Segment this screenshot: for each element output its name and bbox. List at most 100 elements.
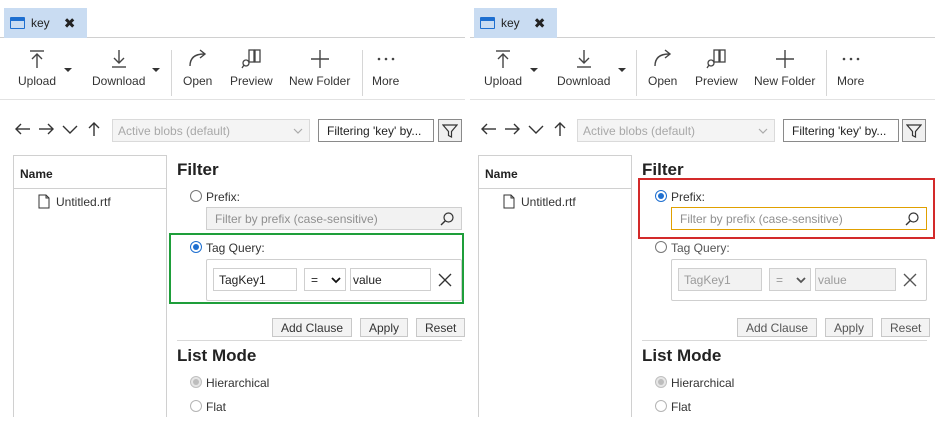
- download-dropdown-icon[interactable]: [152, 66, 160, 74]
- file-name: Untitled.rtf: [521, 194, 576, 209]
- plus-icon: [310, 50, 329, 68]
- filter-toggle-button[interactable]: [902, 119, 926, 142]
- new-folder-button[interactable]: New Folder: [289, 48, 350, 88]
- search-icon: [440, 212, 454, 226]
- hierarchical-radio[interactable]: [190, 376, 202, 388]
- back-icon[interactable]: [14, 120, 32, 138]
- active-filter-text[interactable]: Filtering 'key' by...: [318, 119, 434, 142]
- column-header-name[interactable]: Name: [14, 156, 166, 189]
- hierarchical-radio[interactable]: [655, 376, 667, 388]
- explorer-pane-left: key ✖ Upload Download Open Preview New F…: [0, 0, 465, 427]
- list-item[interactable]: Untitled.rtf: [38, 194, 111, 209]
- reset-button[interactable]: Reset: [416, 318, 465, 337]
- tab-title: key: [501, 16, 520, 30]
- divider: [642, 340, 927, 341]
- tab-bar: key ✖: [0, 6, 465, 38]
- close-icon[interactable]: [902, 272, 918, 288]
- forward-icon[interactable]: [503, 120, 521, 138]
- toolbar: Upload Download Open Preview New Folder …: [470, 42, 935, 100]
- list-mode-title: List Mode: [177, 346, 257, 365]
- forward-icon[interactable]: [37, 120, 55, 138]
- preview-button[interactable]: Preview: [230, 48, 273, 88]
- up-icon[interactable]: [551, 120, 569, 138]
- list-item[interactable]: Untitled.rtf: [503, 194, 576, 209]
- blob-state-value: Active blobs (default): [118, 124, 231, 138]
- hierarchical-label: Hierarchical: [671, 376, 735, 390]
- tag-query-radio[interactable]: [655, 241, 667, 253]
- more-button[interactable]: More: [837, 48, 864, 88]
- toolbar-separator: [171, 50, 172, 96]
- blob-list: Name Untitled.rtf: [478, 155, 632, 417]
- new-folder-button[interactable]: New Folder: [754, 48, 815, 88]
- toolbar: Upload Download Open Preview New Folder …: [0, 42, 465, 100]
- apply-button[interactable]: Apply: [360, 318, 409, 337]
- download-label: Download: [557, 74, 611, 88]
- prefix-input[interactable]: Filter by prefix (case-sensitive): [206, 207, 462, 230]
- flat-radio[interactable]: [190, 400, 202, 412]
- prefix-placeholder: Filter by prefix (case-sensitive): [215, 212, 378, 226]
- preview-button[interactable]: Preview: [695, 48, 738, 88]
- download-button[interactable]: Download: [557, 48, 610, 88]
- back-icon[interactable]: [480, 120, 498, 138]
- tag-value-input[interactable]: value: [815, 268, 896, 291]
- list-mode-title: List Mode: [642, 346, 722, 365]
- tag-query-highlight: [169, 233, 464, 304]
- prefix-highlight: [638, 178, 935, 239]
- blob-state-select[interactable]: Active blobs (default): [577, 119, 775, 142]
- chevron-down-icon[interactable]: [527, 120, 545, 138]
- open-button[interactable]: Open: [183, 48, 212, 88]
- divider: [177, 340, 462, 341]
- prefix-radio[interactable]: [190, 190, 202, 202]
- tab-key[interactable]: key ✖: [474, 8, 557, 38]
- plus-icon: [775, 50, 794, 68]
- open-button[interactable]: Open: [648, 48, 677, 88]
- funnel-icon: [442, 123, 458, 138]
- add-clause-button[interactable]: Add Clause: [272, 318, 353, 337]
- tag-query-label: Tag Query:: [671, 241, 730, 255]
- new-folder-label: New Folder: [754, 74, 816, 88]
- flat-radio[interactable]: [655, 400, 667, 412]
- tab-key[interactable]: key ✖: [4, 8, 87, 38]
- open-icon: [188, 49, 206, 67]
- more-button[interactable]: More: [372, 48, 399, 88]
- close-icon[interactable]: ✖: [64, 16, 76, 30]
- tag-operator-select[interactable]: =: [769, 268, 811, 291]
- filter-toggle-button[interactable]: [438, 119, 462, 142]
- tag-key-input[interactable]: TagKey1: [678, 268, 762, 291]
- active-filter-text[interactable]: Filtering 'key' by...: [783, 119, 899, 142]
- download-icon: [111, 50, 126, 68]
- chevron-down-icon: [758, 128, 768, 134]
- up-icon[interactable]: [85, 120, 103, 138]
- download-dropdown-icon[interactable]: [618, 66, 626, 74]
- toolbar-separator: [636, 50, 637, 96]
- funnel-icon: [906, 123, 922, 138]
- column-header-name[interactable]: Name: [479, 156, 631, 189]
- apply-button[interactable]: Apply: [825, 318, 874, 337]
- upload-button[interactable]: Upload: [484, 48, 522, 88]
- chevron-down-icon: [293, 128, 303, 134]
- more-label: More: [372, 74, 400, 88]
- upload-dropdown-icon[interactable]: [530, 66, 538, 74]
- upload-icon: [496, 50, 511, 68]
- blob-state-select[interactable]: Active blobs (default): [112, 119, 310, 142]
- chevron-down-icon[interactable]: [61, 120, 79, 138]
- download-button[interactable]: Download: [92, 48, 145, 88]
- more-label: More: [837, 74, 865, 88]
- upload-dropdown-icon[interactable]: [64, 66, 72, 74]
- open-label: Open: [183, 74, 213, 88]
- filter-title: Filter: [642, 160, 684, 179]
- upload-button[interactable]: Upload: [18, 48, 56, 88]
- upload-icon: [30, 50, 45, 68]
- more-icon: [842, 57, 859, 61]
- download-icon: [576, 50, 591, 68]
- chevron-down-icon: [796, 277, 806, 284]
- blob-state-value: Active blobs (default): [583, 124, 696, 138]
- preview-label: Preview: [230, 74, 273, 88]
- close-icon[interactable]: ✖: [534, 16, 546, 30]
- open-label: Open: [648, 74, 678, 88]
- flat-label: Flat: [206, 400, 227, 414]
- reset-button[interactable]: Reset: [881, 318, 931, 337]
- filter-title: Filter: [177, 160, 219, 179]
- hierarchical-label: Hierarchical: [206, 376, 270, 390]
- add-clause-button[interactable]: Add Clause: [737, 318, 818, 337]
